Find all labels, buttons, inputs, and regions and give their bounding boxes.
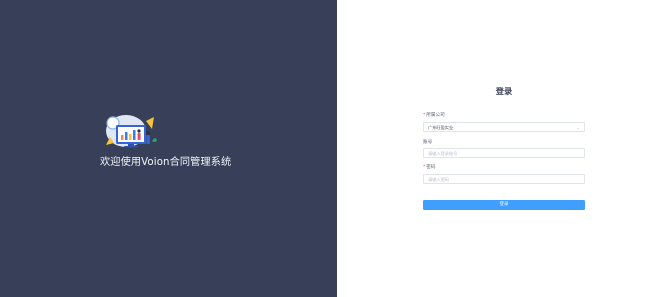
password-input[interactable]: 请输入密码 [423, 174, 585, 184]
welcome-title: 欢迎使用Voion合同管理系统 [100, 157, 232, 168]
password-label: *密码 [423, 165, 436, 171]
required-mark: * [423, 113, 426, 118]
login-title: 登录 [495, 86, 513, 96]
company-label-text: 所属公司 [426, 113, 445, 118]
password-placeholder: 请输入密码 [428, 177, 449, 182]
company-label: *所属公司 [423, 113, 445, 119]
login-button[interactable]: 登录 [423, 200, 585, 210]
chevron-down-icon: ⌄ [576, 125, 580, 130]
account-input[interactable]: 请输入登录账号 [423, 148, 585, 158]
account-placeholder: 请输入登录账号 [428, 151, 458, 156]
account-label-text: 账号 [423, 140, 433, 145]
office-illustration [106, 115, 157, 148]
welcome-panel: 欢迎使用Voion合同管理系统 [0, 0, 337, 297]
password-label-text: 密码 [426, 165, 436, 170]
account-label: 账号 [423, 140, 432, 146]
company-select[interactable]: 广东旺盈实业 ⌄ [423, 122, 585, 132]
required-mark: * [423, 165, 426, 170]
company-select-value: 广东旺盈实业 [428, 125, 454, 130]
